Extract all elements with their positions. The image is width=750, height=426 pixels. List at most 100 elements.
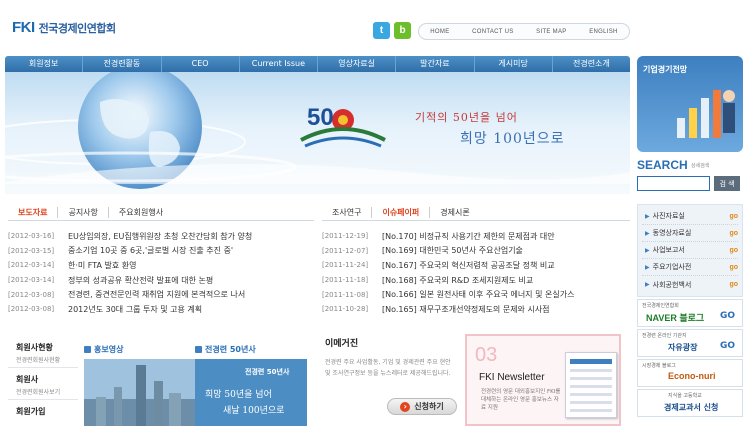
go-label: go [729,263,738,271]
nav-item-video-archive[interactable]: 영상자료실 [318,56,397,72]
item-title: 한·미 FTA 발효 환영 [68,260,137,270]
member-link-title: 회원가입 [16,407,46,416]
member-status-link[interactable]: 회원사현황 전경련회원사현황 [8,336,78,368]
history-50-box[interactable]: 전경련 50년사 전경련 50년사 희망 50년을 넘어 새날 100년으로 [195,342,307,426]
list-item[interactable]: [2011-11-18] [No.168] 주요국의 R&D 조세지원제도 비교 [322,273,634,288]
business-forecast-box[interactable]: 기업경기전망 [637,56,743,152]
ad-caption: 전국경제인연합회 [642,303,679,309]
bullet-arrow-icon: ▶ [645,246,650,254]
city-skyline-image [84,359,196,426]
nav-item-activities[interactable]: 전경련활동 [83,56,162,72]
quick-link-label: 주요기업사전 [652,263,692,271]
newsletter-number: 03 [475,344,498,366]
list-item[interactable]: [2012-03-14] 한·미 FTA 발효 환영 [8,258,318,273]
emagazine-description: 전경련 주요 사업활동, 기업 및 경제관련 주요 현안 및 조사연구정보 등을… [325,359,451,377]
nav-item-ceo[interactable]: CEO [162,56,240,72]
item-date: [2012-03-14] [8,261,55,270]
blog-icon[interactable]: b [394,22,411,39]
quick-link-report[interactable]: ▶ 사업보고서 go [642,242,738,259]
textbook-banner[interactable]: 지식을 고등학교 경제교과서 신청 [637,389,743,417]
newsletter-title: FKI Newsletter [479,372,545,383]
item-title: [No.168] 주요국의 R&D 조세지원제도 비교 [382,275,534,285]
util-english-link[interactable]: ENGLISH [589,29,617,35]
quick-link-label: 사업보고서 [652,246,685,254]
tab-notices[interactable]: 공지사항 [58,207,109,218]
member-links: 회원사현황 전경련회원사현황 회원사 전경련회원사보기 회원가입 [8,336,78,426]
bullet-arrow-icon: ▶ [645,212,650,220]
nav-item-member-info[interactable]: 회원정보 [5,56,84,72]
tab-member-events[interactable]: 주요회원행사 [109,207,173,218]
subscribe-button[interactable]: 신청하기 [387,398,457,415]
tab-economic-commentary[interactable]: 경제시론 [430,207,479,218]
emagazine-box: 이메거진 전경련 주요 사업활동, 기업 및 경제관련 주요 현안 및 조사연구… [325,336,465,426]
quick-link-video[interactable]: ▶ 동영상자료실 go [642,225,738,242]
utility-nav: HOME CONTACT US SITE MAP ENGLISH [418,23,630,40]
twitter-icon[interactable]: t [373,22,390,39]
item-date: [2011-11-08] [322,290,369,299]
search-button[interactable]: 검 색 [714,176,740,191]
quick-link-label: 동영상자료실 [652,229,692,237]
item-date: [2011-11-24] [322,261,369,270]
advanced-search-link[interactable]: 상세검색 [691,162,709,169]
emagazine-title: 이메거진 [325,339,359,349]
nav-item-publications[interactable]: 발간자료 [396,56,475,72]
member-companies-link[interactable]: 회원사 전경련회원사보기 [8,368,78,400]
list-item[interactable]: [2012-03-08] 2012년도 30대 그룹 투자 및 고용 계획 [8,302,318,317]
list-item[interactable]: [2012-03-16] EU상임의장, EU집행위원장 초청 오찬간담회 참가… [8,229,318,244]
fki-newsletter-box[interactable]: 03 FKI Newsletter 전경련의 영문 대외홍보지인 FKI를 대체… [465,334,621,426]
util-home-link[interactable]: HOME [430,29,449,35]
util-sitemap-link[interactable]: SITE MAP [536,29,566,35]
list-item[interactable]: [2011-12-07] [No.169] 대한민국 50년사 주요산업기술 [322,244,634,259]
list-item[interactable]: [2011-11-08] [No.166] 일본 원전사태 이후 주요국 에너지… [322,287,634,302]
liberty-square-banner[interactable]: 전경련 온라인 기관지 자유광장 GO [637,329,743,357]
nav-item-board[interactable]: 게시미당 [475,56,553,72]
tab-research[interactable]: 조사연구 [322,207,373,218]
tab-press-release[interactable]: 보도자료 [8,207,59,218]
promo-video-box[interactable]: 홍보영상 [84,342,196,426]
fki-logo[interactable]: FKI 전국경제인연합회 [12,19,116,36]
ad-title: NAVER 블로그 [646,313,705,323]
list-item[interactable]: [2012-03-15] 중소기업 10곳 중 6곳,'글로벌 시장 진출 추진… [8,244,318,259]
go-label: go [729,229,738,237]
quick-link-photo[interactable]: ▶ 사진자료실 go [642,208,738,225]
quick-link-label: 사회공헌백서 [652,280,692,289]
history-line2: 새날 100년으로 [223,406,285,416]
item-date: [2012-03-16] [8,232,55,241]
nav-item-about[interactable]: 전경련소개 [553,56,630,72]
list-item[interactable]: [2012-03-14] 정부의 성과공유 확산전략 발표에 대한 논평 [8,273,318,288]
list-item[interactable]: [2012-03-08] 전경련, 중견전문인력 재취업 지원에 본격적으로 나… [8,287,318,302]
item-title: [No.170] 비정규직 사용기간 제한의 문제점과 대안 [382,231,555,241]
list-item[interactable]: [2011-12-19] [No.170] 비정규직 사용기간 제한의 문제점과… [322,229,634,244]
history-title: 전경련 50년사 [195,342,307,356]
press-release-list: [2012-03-16] EU상임의장, EU집행위원장 초청 오찬간담회 참가… [8,229,318,317]
logo-mark: FKI [12,19,35,36]
main-nav: 회원정보 전경련활동 CEO Current Issue 영상자료실 발간자료 … [5,56,630,72]
search-input[interactable] [637,176,710,191]
item-date: [2012-03-08] [8,305,55,314]
banner-slogan-line1: 기적의 50년을 넘어 [415,111,518,124]
ad-title: 경제교과서 신청 [664,403,719,412]
member-join-link[interactable]: 회원가입 [8,400,78,426]
list-item[interactable]: [2011-10-28] [No.165] 재무구조개선약정제도의 문제와 시사… [322,302,634,317]
quick-links: ▶ 사진자료실 go ▶ 동영상자료실 go ▶ 사업보고서 go ▶ 주요기업… [637,204,743,297]
member-link-title: 회원사 [16,375,39,384]
item-title: [No.165] 재무구조개선약정제도의 문제와 시사점 [382,304,550,314]
go-label: go [729,246,738,254]
item-title: [No.166] 일본 원전사태 이후 주요국 에너지 및 온실가스 [382,290,575,300]
ad-go: GO [720,311,736,321]
logo-text: 전국경제인연합회 [38,22,116,35]
promo-video-thumbnail[interactable] [84,359,196,426]
history-book-image[interactable]: 전경련 50년사 희망 50년을 넘어 새날 100년으로 [195,359,307,426]
nav-item-current-issue[interactable]: Current Issue [240,56,318,72]
quick-link-csr[interactable]: ▶ 사회공헌백서 go [642,276,738,293]
tab-issue-paper[interactable]: 이슈페이퍼 [372,207,431,218]
list-item[interactable]: [2011-11-24] [No.167] 주요국의 혁신저렴적 공공조달 정책… [322,258,634,273]
quick-link-company-dictionary[interactable]: ▶ 주요기업사전 go [642,259,738,276]
item-date: [2011-11-18] [322,276,369,285]
naver-blog-banner[interactable]: 전국경제인연합회 NAVER 블로그 GO [637,299,743,327]
item-date: [2011-10-28] [322,305,369,314]
social-links: t b [373,22,411,39]
util-contact-link[interactable]: CONTACT US [472,29,513,35]
left-tab-bar: 보도자료 공지사항 주요회원행사 [8,205,314,221]
econo-nuri-banner[interactable]: 시장경제 블로그 Econo-nuri [637,359,743,387]
